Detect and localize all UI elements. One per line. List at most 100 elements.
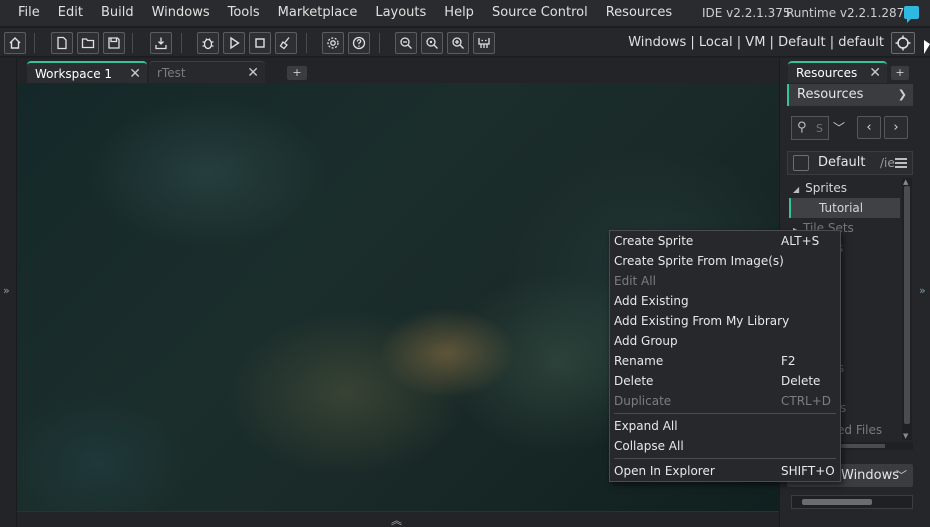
ide-version: IDE v2.2.1.375 — [702, 6, 791, 20]
target-name[interactable]: default — [838, 35, 884, 50]
target-runtime[interactable]: VM — [745, 35, 765, 50]
scroll-up-icon[interactable]: ▲ — [903, 178, 908, 186]
tree-label: Sprites — [805, 181, 847, 195]
nav-forward-button[interactable]: › — [884, 116, 908, 139]
help-icon[interactable] — [348, 32, 370, 54]
target-separator: | — [769, 35, 774, 50]
menu-item-label: Add Existing — [614, 294, 689, 308]
chevron-down-icon: ❯ — [897, 88, 907, 101]
clean-icon[interactable] — [275, 32, 297, 54]
menu-item-add-existing[interactable]: Add Existing — [610, 291, 840, 311]
menu-item-shortcut: F2 — [781, 354, 796, 368]
zoom-reset-icon[interactable] — [421, 32, 443, 54]
scroll-down-icon[interactable]: ▼ — [903, 432, 908, 440]
menu-item-add-existing-from-library[interactable]: Add Existing From My Library — [610, 311, 840, 331]
menu-item-create-sprite[interactable]: Create Sprite ALT+S — [610, 231, 840, 251]
toolbar-separator — [306, 33, 307, 53]
menu-marketplace[interactable]: Marketplace — [269, 0, 367, 26]
menu-item-collapse-all[interactable]: Collapse All — [610, 436, 840, 456]
zoom-out-icon[interactable] — [395, 32, 417, 54]
target-manager-icon[interactable] — [891, 32, 915, 54]
menu-item-label: Create Sprite From Image(s) — [614, 254, 784, 268]
menu-windows[interactable]: Windows — [143, 0, 219, 26]
mouse-cursor — [924, 40, 930, 54]
tree-label: Tutorial — [819, 201, 864, 215]
menu-build[interactable]: Build — [92, 0, 143, 26]
new-project-icon[interactable] — [51, 32, 73, 54]
target-separator: | — [736, 35, 742, 50]
menu-resources[interactable]: Resources — [597, 0, 681, 26]
scrollbar-thumb[interactable] — [904, 186, 910, 424]
target-device[interactable]: Local — [699, 35, 733, 50]
resource-search[interactable]: ⚲ — [791, 116, 829, 140]
tree-vertical-scrollbar[interactable]: ▲ ▼ — [902, 178, 912, 440]
add-panel-button[interactable]: + — [891, 66, 909, 80]
tree-item-tutorial[interactable]: Tutorial — [789, 198, 900, 218]
target-separator: | — [829, 35, 835, 50]
target-config[interactable]: Default — [778, 35, 826, 50]
menu-separator — [614, 458, 836, 459]
search-filter-chevron-icon[interactable]: ﹀ — [833, 119, 845, 136]
expand-left-icon[interactable]: » — [3, 284, 10, 297]
run-icon[interactable] — [223, 32, 245, 54]
menu-item-label: Edit All — [614, 274, 656, 288]
menu-tools[interactable]: Tools — [219, 0, 269, 26]
resources-dropdown[interactable]: Resources ❯ — [787, 84, 913, 106]
panel-bottom-scrollbar[interactable] — [791, 495, 913, 509]
menu-item-shortcut: ALT+S — [781, 234, 820, 248]
menu-item-label: Expand All — [614, 419, 678, 433]
stop-icon[interactable] — [249, 32, 271, 54]
add-workspace-button[interactable]: + — [287, 66, 307, 80]
menu-item-open-in-explorer[interactable]: Open In Explorer SHIFT+O — [610, 461, 840, 481]
save-icon[interactable] — [103, 32, 125, 54]
output-dock-gutter[interactable]: ︽ — [17, 511, 779, 527]
menu-item-label: Rename — [614, 354, 664, 368]
expanded-triangle-icon: ◢ — [793, 185, 800, 194]
close-icon[interactable]: ✕ — [129, 63, 141, 85]
open-project-icon[interactable] — [77, 32, 99, 54]
config-label: Default — [818, 155, 866, 170]
close-icon[interactable]: ✕ — [247, 62, 259, 84]
chat-icon[interactable] — [904, 6, 919, 23]
toolbar-separator — [132, 33, 133, 53]
menu-edit[interactable]: Edit — [49, 0, 92, 26]
nav-back-button[interactable]: ‹ — [857, 116, 881, 139]
dropdown-value: Windows — [841, 468, 900, 483]
scrollbar-thumb[interactable] — [802, 499, 872, 505]
tab-resources[interactable]: Resources ✕ — [788, 61, 887, 83]
expand-right-icon[interactable]: » — [919, 284, 926, 297]
expand-up-icon[interactable]: ︽ — [391, 512, 402, 527]
menu-item-create-sprite-from-images[interactable]: Create Sprite From Image(s) — [610, 251, 840, 271]
target-platform[interactable]: Windows — [628, 35, 686, 50]
package-icon[interactable] — [150, 32, 172, 54]
zoom-in-icon[interactable] — [447, 32, 469, 54]
menu-item-shortcut: Delete — [781, 374, 821, 388]
menu-icon[interactable] — [895, 158, 907, 168]
config-icon — [793, 155, 809, 171]
menu-layouts[interactable]: Layouts — [366, 0, 435, 26]
menu-item-delete[interactable]: Delete Delete — [610, 371, 840, 391]
workspace-tabstrip: Workspace 1 ✕ rTest ✕ + — [17, 58, 779, 83]
settings-icon[interactable] — [322, 32, 344, 54]
close-icon[interactable]: ✕ — [869, 63, 881, 83]
menu-help[interactable]: Help — [435, 0, 483, 26]
menu-file[interactable]: File — [0, 0, 49, 26]
menu-source-control[interactable]: Source Control — [483, 0, 597, 26]
gamepad-icon[interactable] — [473, 32, 495, 54]
search-input[interactable] — [816, 121, 826, 135]
tab-workspace-1[interactable]: Workspace 1 ✕ — [27, 61, 147, 83]
tab-rtest[interactable]: rTest ✕ — [149, 61, 265, 83]
home-icon[interactable] — [4, 32, 26, 54]
tree-group-sprites[interactable]: ◢ Sprites — [793, 178, 847, 198]
menu-item-edit-all: Edit All — [610, 271, 840, 291]
config-bar[interactable]: Default /ie — [787, 151, 913, 175]
toolbar-separator — [181, 33, 182, 53]
menu-item-label: Duplicate — [614, 394, 672, 408]
toolbar-separator — [379, 33, 380, 53]
target-selector: Windows | Local | VM | Default | default — [628, 28, 884, 58]
menu-item-add-group[interactable]: Add Group — [610, 331, 840, 351]
left-dock-gutter[interactable]: » — [0, 58, 17, 527]
menu-item-rename[interactable]: Rename F2 — [610, 351, 840, 371]
menu-item-expand-all[interactable]: Expand All — [610, 416, 840, 436]
debug-icon[interactable] — [197, 32, 219, 54]
